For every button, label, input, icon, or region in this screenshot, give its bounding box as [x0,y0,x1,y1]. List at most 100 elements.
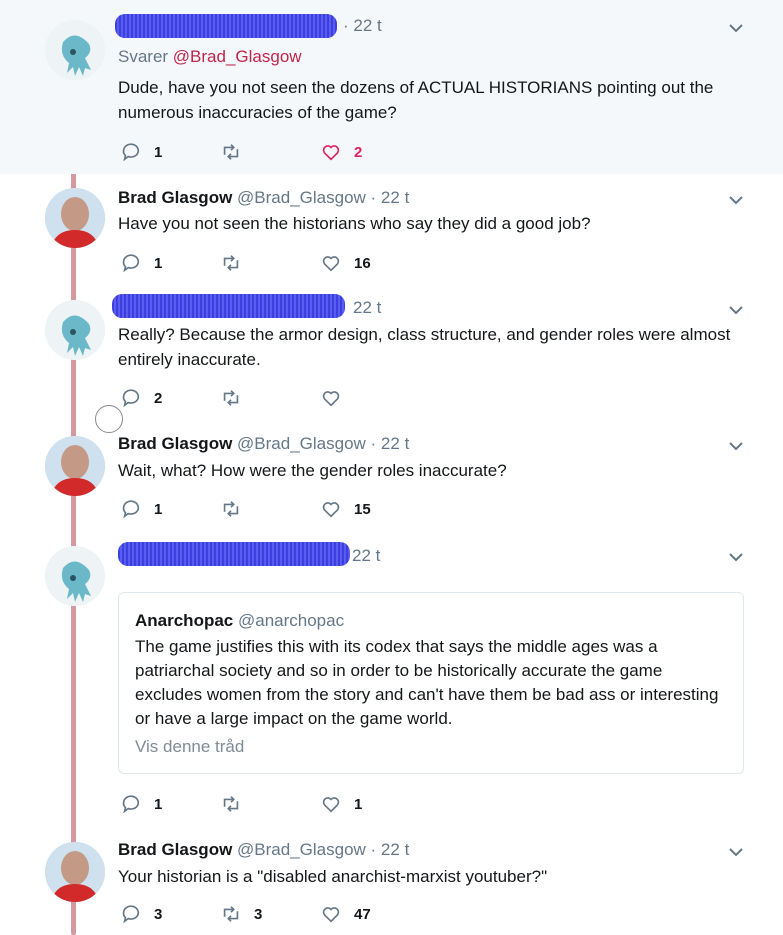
tweet-actions: 1 2 [120,140,720,164]
tweet[interactable]: Brad Glasgow @Brad_Glasgow · 22 t Your h… [0,830,783,935]
timestamp[interactable]: · 22 t [343,16,382,35]
quoted-user-handle: @anarchopac [237,611,345,630]
reply-icon [122,389,140,408]
timestamp[interactable]: 22 t [352,546,380,565]
reply-icon [122,500,140,519]
like-button[interactable]: 47 [320,902,371,926]
tweet-actions: 1 15 [120,497,720,521]
quoted-tweet-text: The game justifies this with its codex t… [135,637,719,728]
tweet-time[interactable]: 22 t [352,546,380,566]
reply-count: 2 [154,389,163,407]
timestamp[interactable]: 22 t [353,298,381,317]
quoted-display-name: Anarchopac [135,611,234,630]
redacted-name [112,294,345,318]
reply-button[interactable]: 2 [120,386,162,410]
tweet-actions: 1 1 [120,792,720,816]
reply-button[interactable]: 1 [120,497,162,521]
reply-count: 1 [154,143,163,161]
reply-count: 1 [154,500,163,518]
tweet[interactable]: Brad Glasgow @Brad_Glasgow · 22 t Have y… [0,174,783,286]
heart-icon [322,797,340,813]
like-button[interactable] [320,386,354,410]
like-count: 1 [354,795,363,813]
retweet-button[interactable] [220,386,254,410]
replying-label: Svarer [118,47,173,66]
chevron-down-icon[interactable] [727,191,745,209]
show-thread-link[interactable]: Vis denne tråd [135,737,244,757]
user-handle[interactable]: @Brad_Glasgow [237,840,366,859]
heart-filled-icon [322,145,340,161]
like-button[interactable]: 15 [320,497,371,521]
reply-button[interactable]: 1 [120,792,162,816]
retweet-icon [223,390,239,406]
avatar[interactable] [45,436,105,496]
heart-icon [322,256,340,272]
tweet-header: Brad Glasgow @Brad_Glasgow · 22 t [118,434,409,454]
redacted-name [118,542,350,566]
redacted-name [115,14,337,38]
like-button[interactable]: 2 [320,140,362,164]
avatar[interactable] [45,300,105,360]
avatar[interactable] [45,842,105,902]
retweet-button[interactable]: 3 [220,902,262,926]
reply-button[interactable]: 1 [120,140,162,164]
like-button[interactable]: 1 [320,792,362,816]
like-count: 15 [354,500,371,518]
retweet-button[interactable] [220,140,254,164]
tweet-text: Your historian is a "disabled anarchist-… [118,867,548,886]
timestamp[interactable]: · 22 t [371,840,410,859]
reply-count: 3 [154,905,163,923]
heart-icon [322,391,340,407]
tweet[interactable]: · 22 t Svarer @Brad_Glasgow Dude, have y… [0,0,783,174]
replying-to: Svarer @Brad_Glasgow [118,47,302,67]
reply-icon [122,905,140,924]
like-count: 2 [354,143,363,161]
reply-button[interactable]: 1 [120,251,162,275]
chevron-down-icon[interactable] [727,437,745,455]
reply-icon [122,254,140,273]
timestamp[interactable]: · 22 t [371,434,410,453]
like-count: 16 [354,254,371,272]
chevron-down-icon[interactable] [727,19,745,37]
display-name[interactable]: Brad Glasgow [118,188,232,207]
display-name[interactable]: Brad Glasgow [118,434,232,453]
display-name[interactable]: Brad Glasgow [118,840,232,859]
retweet-button[interactable] [220,497,254,521]
chevron-down-icon[interactable] [727,843,745,861]
chevron-down-icon[interactable] [727,548,745,566]
avatar[interactable] [45,20,105,80]
tweet[interactable]: Brad Glasgow @Brad_Glasgow · 22 t Wait, … [0,422,783,534]
user-handle[interactable]: @Brad_Glasgow [237,188,366,207]
like-button[interactable]: 16 [320,251,371,275]
user-handle[interactable]: @Brad_Glasgow [237,434,366,453]
chevron-down-icon[interactable] [727,301,745,319]
tweet-time[interactable]: · 22 t [343,16,382,36]
tweet[interactable]: 22 t Really? Because the armor design, c… [0,286,783,422]
tweet-header: Brad Glasgow @Brad_Glasgow · 22 t [118,188,409,208]
timestamp[interactable]: · 22 t [371,188,410,207]
replying-handle-link[interactable]: @Brad_Glasgow [173,47,302,66]
heart-icon [322,502,340,518]
tweet-header: Brad Glasgow @Brad_Glasgow · 22 t [118,840,409,860]
retweet-icon [223,501,239,517]
reply-icon [122,795,140,814]
retweet-icon [223,906,239,922]
retweet-icon [223,255,239,271]
retweet-button[interactable] [220,792,254,816]
retweet-count: 3 [254,905,263,923]
avatar[interactable] [45,188,105,248]
retweet-icon [223,796,239,812]
avatar[interactable] [45,546,105,606]
retweet-button[interactable] [220,251,254,275]
quoted-tweet[interactable]: Anarchopac @anarchopac The game justifie… [118,592,744,774]
like-count: 47 [354,905,371,923]
reply-button[interactable]: 3 [120,902,162,926]
retweet-icon [223,144,239,160]
tweet-time[interactable]: 22 t [353,298,381,318]
tweet-text: Wait, what? How were the gender roles in… [118,461,507,480]
reply-icon [122,143,140,162]
tweet-actions: 1 16 [120,251,720,275]
tweet-text: Have you not seen the historians who say… [118,214,591,233]
reply-count: 1 [154,795,163,813]
tweet-actions: 3 3 47 [120,902,720,926]
